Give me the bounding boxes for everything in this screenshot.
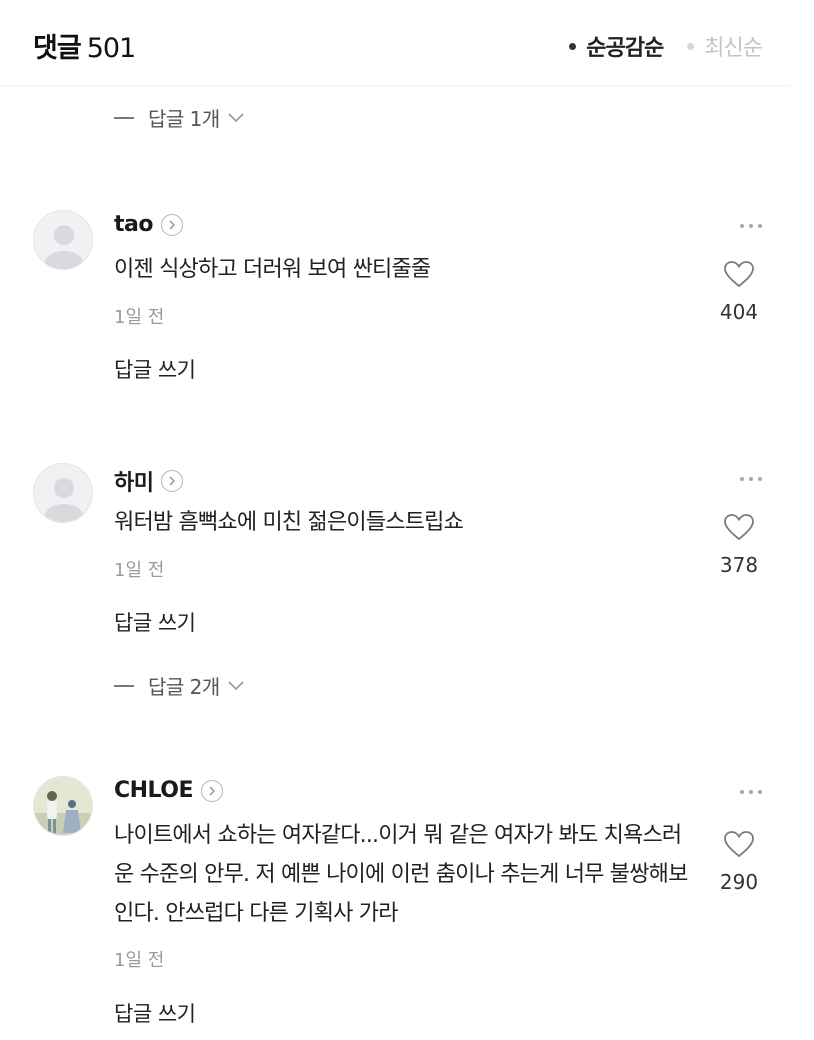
more-options-icon[interactable] [740,471,762,487]
illustration-avatar[interactable] [33,776,93,836]
sort-by-newest-button[interactable]: 최신순 [687,30,763,62]
comment-text: 이젠 식상하고 더러워 보여 싼티줄줄 [114,257,431,282]
like-count: 290 [719,870,759,894]
reply-toggle-label: 답글 2개 [148,675,220,699]
comments-count: 501 [86,33,137,64]
dash-icon [114,116,134,119]
default-avatar-icon[interactable] [33,210,93,270]
reply-toggle-button[interactable]: 답글 1개 [114,103,244,132]
comments-header: 댓글 501 순공감순 최신순 [0,0,790,86]
comment-username[interactable]: tao [114,212,153,237]
heart-icon[interactable] [723,513,755,545]
comment-username[interactable]: CHLOE [114,778,194,803]
more-options-icon[interactable] [740,784,762,800]
default-avatar-icon[interactable] [33,463,93,523]
comment-text: 나이트에서 쇼하는 여자같다...이거 뭐 같은 여자가 봐도 치욕스러운 수준… [114,823,688,926]
write-reply-button[interactable]: 답글 쓰기 [114,607,196,637]
comment-item: tao 이젠 식상하고 더러워 보여 싼티줄줄 1일 전 답글 쓰기 404 [0,210,790,390]
reply-toggle-label: 답글 1개 [148,107,220,131]
chevron-down-icon [228,680,244,691]
sort-by-likes-label: 순공감순 [586,36,664,61]
like-box: 290 [716,830,762,894]
comment-timestamp: 1일 전 [114,560,165,581]
comments-title: 댓글 501 [33,26,137,65]
heart-icon[interactable] [723,830,755,862]
inactive-dot-icon [687,42,695,50]
comment-timestamp: 1일 전 [114,950,165,971]
like-box: 404 [716,260,762,324]
write-reply-button[interactable]: 답글 쓰기 [114,354,196,384]
comment-username[interactable]: 하미 [114,465,154,497]
profile-chevron-icon[interactable] [161,470,184,492]
comment-item: CHLOE 나이트에서 쇼하는 여자같다...이거 뭐 같은 여자가 봐도 치욕… [0,776,790,1036]
like-box: 378 [716,513,762,577]
profile-chevron-icon[interactable] [160,213,183,236]
reply-toggle-button[interactable]: 답글 2개 [114,671,244,700]
comment-timestamp: 1일 전 [114,307,165,328]
comment-item: 하미 워터밤 흠뻑쇼에 미친 젊은이들스트립쇼 1일 전 답글 쓰기 378 [0,463,790,693]
username-row: CHLOE [114,778,224,803]
heart-icon[interactable] [723,260,755,292]
dash-icon [114,684,134,687]
more-options-icon[interactable] [740,218,762,234]
username-row: tao [114,212,183,237]
comment-text: 워터밤 흠뻑쇼에 미친 젊은이들스트립쇼 [114,510,464,535]
sort-by-likes-button[interactable]: 순공감순 [569,30,664,62]
like-count: 378 [719,553,759,577]
active-dot-icon [569,42,577,50]
username-row: 하미 [114,465,184,497]
comments-title-label: 댓글 [33,33,82,64]
sort-by-newest-label: 최신순 [704,36,763,61]
write-reply-button[interactable]: 답글 쓰기 [114,998,196,1028]
like-count: 404 [719,300,759,324]
chevron-down-icon [228,112,244,123]
sort-options: 순공감순 최신순 [569,30,763,62]
profile-chevron-icon[interactable] [201,779,224,802]
